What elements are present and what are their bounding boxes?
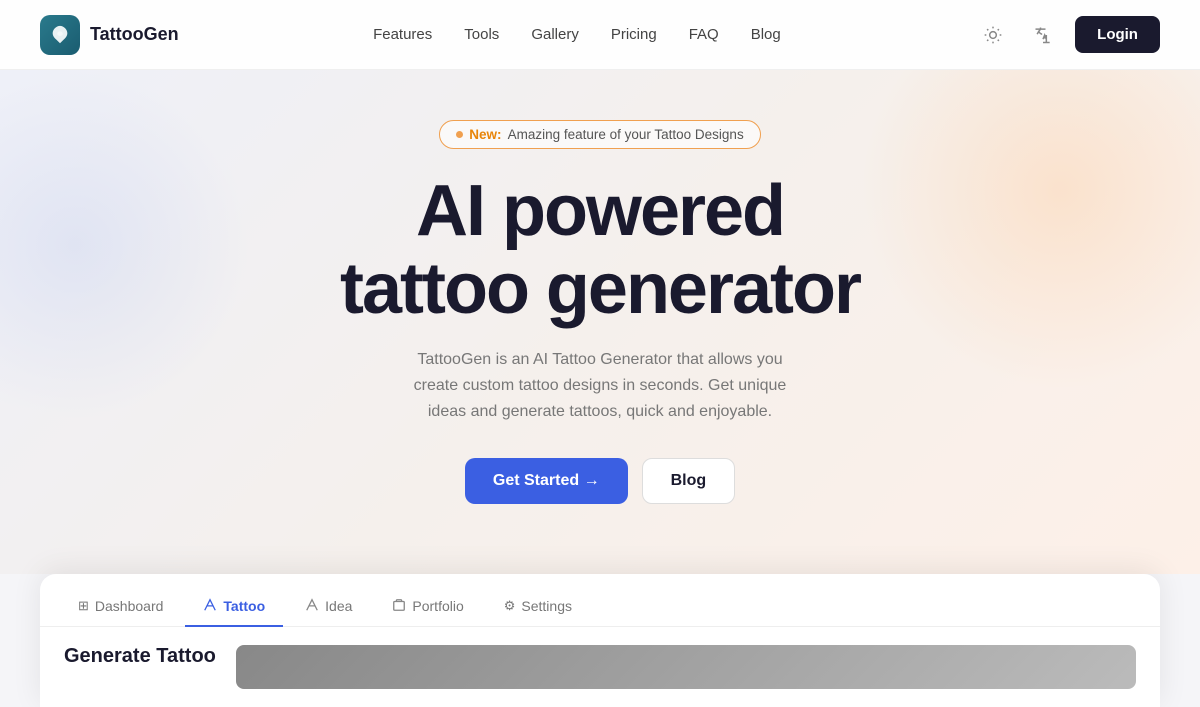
login-button[interactable]: Login [1075, 16, 1160, 53]
translate-icon-button[interactable] [1025, 17, 1061, 53]
tab-dashboard[interactable]: ⊞ Dashboard [60, 588, 181, 626]
tattoo-preview-panel [236, 645, 1136, 689]
announcement-badge[interactable]: New: Amazing feature of your Tattoo Desi… [439, 120, 760, 149]
portfolio-icon [392, 598, 406, 615]
logo-area[interactable]: TattooGen [40, 15, 179, 55]
nav-blog[interactable]: Blog [751, 26, 781, 43]
tab-dashboard-label: Dashboard [95, 598, 164, 614]
tab-portfolio-label: Portfolio [412, 598, 463, 614]
tattoo-icon [203, 598, 217, 615]
hero-buttons: Get Started → Blog [465, 458, 735, 504]
nav-features[interactable]: Features [373, 26, 432, 43]
get-started-button[interactable]: Get Started → [465, 458, 628, 504]
idea-icon [305, 598, 319, 615]
blog-button[interactable]: Blog [642, 458, 736, 504]
badge-dot [456, 131, 463, 138]
tab-settings[interactable]: ⚙ Settings [486, 588, 590, 626]
tab-tattoo[interactable]: Tattoo [185, 588, 283, 627]
logo-text: TattooGen [90, 24, 179, 45]
hero-title: AI powered tattoo generator [340, 173, 860, 329]
hero-section: New: Amazing feature of your Tattoo Desi… [0, 70, 1200, 574]
nav-gallery[interactable]: Gallery [531, 26, 579, 43]
sun-icon-button[interactable] [975, 17, 1011, 53]
tab-settings-label: Settings [521, 598, 572, 614]
navbar: TattooGen Features Tools Gallery Pricing… [0, 0, 1200, 70]
dashboard-icon: ⊞ [78, 598, 89, 614]
generate-tattoo-title: Generate Tattoo [64, 645, 216, 689]
logo-icon [40, 15, 80, 55]
tab-tattoo-label: Tattoo [223, 598, 265, 614]
nav-right: Login [975, 16, 1160, 53]
tab-portfolio[interactable]: Portfolio [374, 588, 481, 627]
app-preview-panel: ⊞ Dashboard Tattoo Idea [40, 574, 1160, 707]
badge-text: Amazing feature of your Tattoo Designs [508, 127, 744, 142]
app-tabs: ⊞ Dashboard Tattoo Idea [40, 574, 1160, 627]
hero-title-line1: AI powered [416, 171, 784, 251]
hero-subtitle: TattooGen is an AI Tattoo Generator that… [410, 347, 790, 426]
settings-icon: ⚙ [504, 598, 516, 614]
nav-pricing[interactable]: Pricing [611, 26, 657, 43]
nav-faq[interactable]: FAQ [689, 26, 719, 43]
hero-title-line2: tattoo generator [340, 249, 860, 329]
app-content: Generate Tattoo [40, 627, 1160, 707]
tab-idea-label: Idea [325, 598, 352, 614]
nav-links: Features Tools Gallery Pricing FAQ Blog [373, 26, 781, 44]
tab-idea[interactable]: Idea [287, 588, 370, 627]
nav-tools[interactable]: Tools [464, 26, 499, 43]
badge-new-label: New: [469, 127, 501, 142]
